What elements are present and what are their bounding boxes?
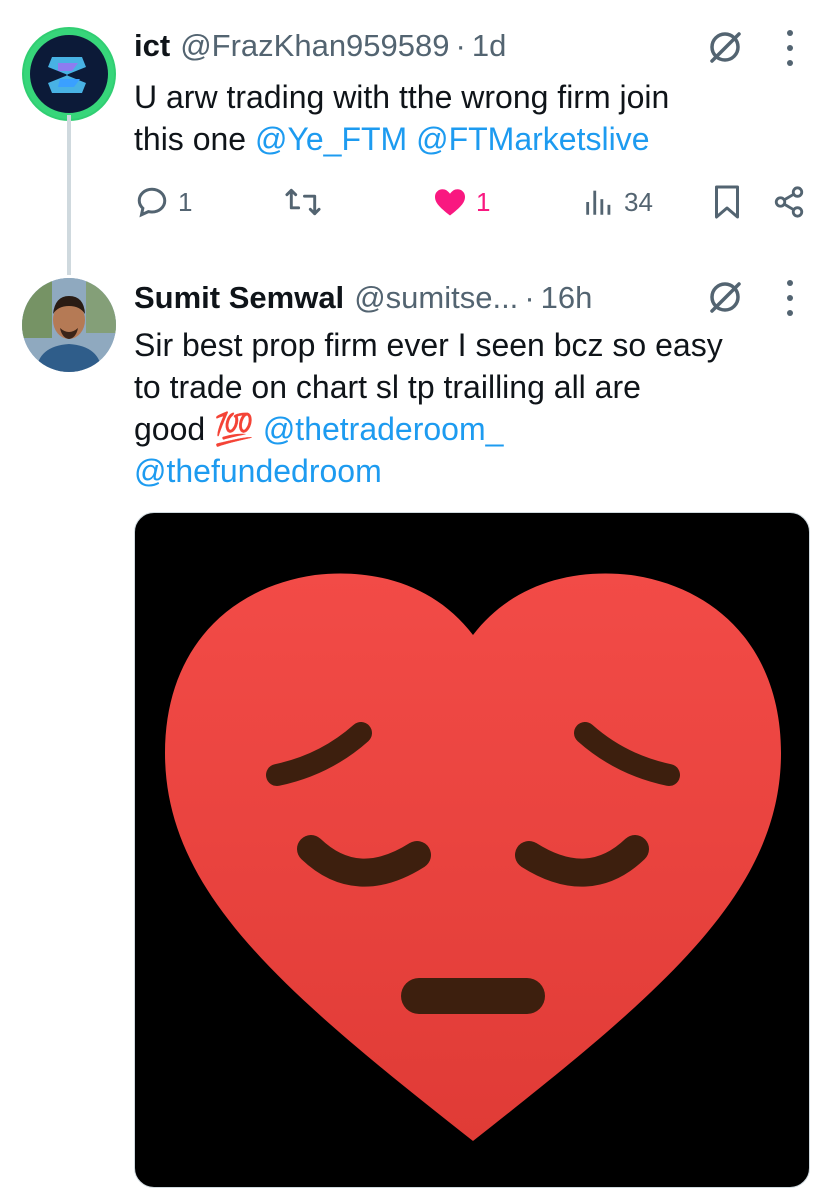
tweet-1-header: ict @FrazKhan959589 · 1d — [134, 26, 506, 66]
share-icon — [774, 186, 804, 218]
author-handle[interactable]: @FrazKhan959589 — [180, 26, 449, 66]
repost-icon — [285, 188, 321, 216]
more-icon[interactable] — [785, 280, 795, 316]
ict-logo-icon — [24, 29, 114, 119]
pensive-heart-icon — [165, 573, 781, 1141]
tweet-media-image[interactable] — [134, 512, 810, 1188]
tweet-1-text: U arw trading with tthe wrong firm join … — [134, 76, 669, 160]
views-icon — [586, 190, 611, 215]
views-count: 34 — [624, 186, 653, 217]
share-button[interactable] — [772, 184, 806, 220]
author-handle[interactable]: @sumitse... — [354, 278, 518, 318]
tweet-actions: 1 1 34 — [0, 180, 839, 226]
tweet-text-line: @thefundedroom — [134, 450, 723, 492]
grok-icon[interactable] — [706, 28, 744, 66]
tweet-text-line: good 💯 @thetraderoom_ — [134, 408, 723, 450]
profile-photo-icon — [22, 278, 116, 372]
author-name[interactable]: ict — [134, 26, 170, 66]
reply-button[interactable]: 1 — [134, 184, 192, 220]
mention-link[interactable]: @Ye_FTM — [255, 121, 407, 157]
separator: · — [455, 28, 466, 63]
tweet-text-line: this one @Ye_FTM @FTMarketslive — [134, 118, 669, 160]
like-button[interactable]: 1 — [432, 184, 490, 220]
like-icon — [435, 189, 465, 216]
avatar-ict[interactable] — [22, 27, 116, 121]
mention-link[interactable]: @thefundedroom — [134, 453, 382, 489]
bookmark-button[interactable] — [712, 184, 742, 220]
views-button[interactable]: 34 — [582, 184, 653, 220]
tweet-1: ict @FrazKhan959589 · 1d U arw trading w… — [0, 0, 839, 275]
hundred-emoji: 💯 — [214, 411, 254, 447]
author-name[interactable]: Sumit Semwal — [134, 278, 344, 318]
mention-link[interactable]: @FTMarketslive — [416, 121, 649, 157]
tweet-text-prefix: this one — [134, 121, 255, 157]
bookmark-icon — [715, 185, 739, 219]
mention-link[interactable]: @thetraderoom_ — [263, 411, 504, 447]
more-icon[interactable] — [785, 30, 795, 66]
timestamp[interactable]: 16h — [541, 278, 593, 318]
reply-count: 1 — [178, 186, 193, 217]
avatar-sumit[interactable] — [22, 278, 116, 372]
repost-button[interactable] — [284, 184, 322, 220]
separator: · — [524, 280, 535, 315]
reply-icon — [137, 187, 167, 218]
timestamp[interactable]: 1d — [472, 26, 506, 66]
tweet-text-line: Sir best prop firm ever I seen bcz so ea… — [134, 327, 723, 363]
tweet-2-text: Sir best prop firm ever I seen bcz so ea… — [134, 324, 723, 492]
grok-icon[interactable] — [706, 278, 744, 316]
like-count: 1 — [476, 186, 491, 217]
tweet-text-prefix: good — [134, 411, 215, 447]
tweet-text-line: to trade on chart sl tp trailling all ar… — [134, 369, 641, 405]
tweet-text-line: U arw trading with tthe wrong firm join — [134, 79, 670, 115]
tweet-2-header: Sumit Semwal @sumitse... · 16h — [134, 278, 592, 318]
